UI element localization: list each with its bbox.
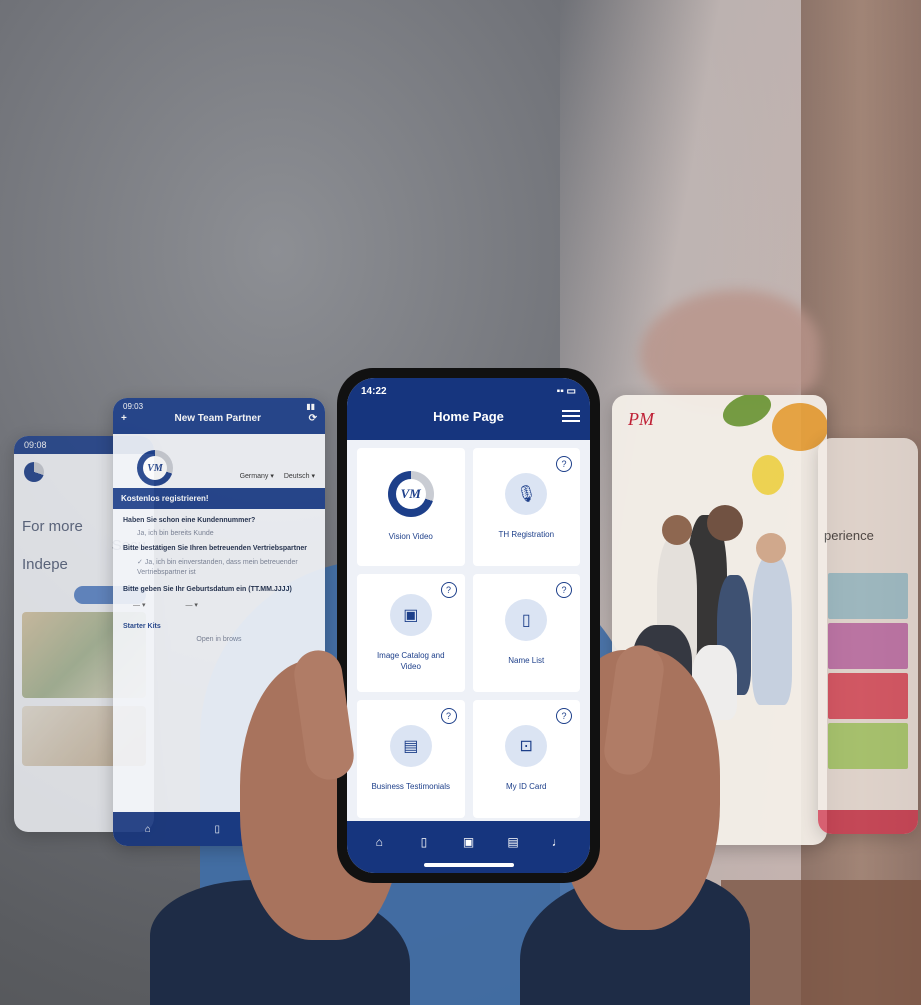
microphone-icon: 🎙 — [505, 473, 548, 516]
help-icon[interactable]: ? — [556, 582, 572, 598]
photo-scene: 09:08 For more Secu Indepe 09:03▮▮ + New… — [0, 0, 921, 1005]
far-right-tabbar — [818, 810, 918, 834]
background-wood-floor — [721, 880, 921, 1005]
tile-name-list[interactable]: ? ▯ Name List — [472, 574, 580, 692]
tile-business-testimonials[interactable]: ? ▤ Business Testimonials — [357, 700, 465, 818]
country-select[interactable]: Germany ▾ — [240, 472, 274, 480]
briefcase-icon: ▣ — [389, 593, 432, 636]
question-customer-number: Haben Sie schon eine Kundennummer? — [123, 517, 256, 524]
tile-label: My ID Card — [506, 782, 547, 792]
option-partner-text: Ja, ich bin einverstanden, dass mein bet… — [137, 559, 298, 576]
bottom-tabbar: ⌂ ▯ ▣ ▤ ♩ — [347, 821, 590, 873]
tile-label: Image Catalog and Video — [376, 650, 445, 671]
help-icon[interactable]: ? — [440, 582, 457, 598]
birthdate-fields[interactable]: — ▾ — ▾ — [133, 601, 315, 609]
home-tile-grid: VM Vision Video ? 🎙 TH Registration ? ▣ … — [347, 440, 590, 826]
language-select[interactable]: Deutsch ▾ — [284, 472, 315, 480]
help-icon[interactable]: ? — [556, 456, 572, 472]
tile-image-catalog[interactable]: ? ▣ Image Catalog and Video — [357, 574, 465, 692]
home-indicator — [423, 863, 514, 867]
tile-label: TH Registration — [498, 530, 555, 540]
product-tile[interactable] — [828, 673, 908, 719]
notebook-icon: ▯ — [505, 599, 548, 642]
settings-sliders-icon[interactable] — [562, 407, 580, 423]
status-bar: 14:22 ▪▪ ▭ — [361, 386, 576, 397]
far-right-app-screen: perience — [818, 438, 918, 834]
language-value: Deutsch — [283, 473, 310, 480]
starter-kits-link[interactable]: Starter Kits — [123, 623, 315, 630]
help-icon[interactable]: ? — [440, 708, 457, 724]
home-header: 14:22 ▪▪ ▭ Home Page — [347, 378, 590, 440]
lemon-decoration — [752, 455, 784, 495]
page-title: Home Page — [433, 409, 504, 424]
option-partner-consent[interactable]: ✓ Ja, ich bin einverstanden, dass mein b… — [137, 558, 315, 578]
main-phone-screen: 14:22 ▪▪ ▭ Home Page VM Vision Video ? 🎙… — [347, 378, 590, 873]
microphone-tab-icon[interactable]: ♩ — [549, 835, 567, 849]
far-right-headline: perience — [824, 528, 874, 543]
main-phone: 14:22 ▪▪ ▭ Home Page VM Vision Video ? 🎙… — [337, 368, 600, 883]
tile-th-registration[interactable]: ? 🎙 TH Registration — [472, 448, 580, 566]
left-time: 09:03 — [123, 402, 144, 411]
notebook-tab-icon[interactable]: ▯ — [415, 835, 433, 849]
option-existing-customer[interactable]: Ja, ich bin bereits Kunde — [137, 530, 315, 537]
battery-icon: ▪▪ ▭ — [556, 386, 576, 397]
tile-vision-video[interactable]: VM Vision Video — [357, 448, 465, 566]
chat-tab-icon[interactable]: ▤ — [504, 835, 522, 849]
home-tab-icon[interactable]: ⌂ — [370, 835, 388, 849]
question-partner: Bitte bestätigen Sie Ihren betreuenden V… — [123, 545, 307, 552]
status-time: 14:22 — [361, 386, 387, 397]
tile-label: Vision Video — [388, 532, 433, 542]
team-partner-body: VM Germany ▾ Deutsch ▾ Kostenlos registr… — [113, 434, 325, 653]
chat-icon: ▤ — [389, 725, 432, 768]
vm-logo-small: VM — [137, 450, 173, 486]
team-partner-header: 09:03 ▮▮ + New Team Partner ⟳ — [113, 398, 325, 434]
open-in-browser-link[interactable]: Open in brows — [123, 636, 315, 643]
team-partner-title: New Team Partner — [174, 413, 261, 424]
product-tile[interactable] — [828, 573, 908, 619]
tile-label: Business Testimonials — [371, 782, 451, 792]
tile-label: Name List — [508, 656, 545, 666]
register-banner: Kostenlos registrieren! — [113, 488, 325, 509]
book-tab-icon[interactable]: ▯ — [215, 824, 221, 835]
help-icon[interactable]: ? — [556, 708, 572, 724]
product-tile[interactable] — [828, 623, 908, 669]
signal-icon: ▮▮ — [306, 402, 315, 411]
id-card-icon: ⊡ — [505, 725, 548, 768]
product-tile[interactable] — [828, 723, 908, 769]
country-value: Germany — [239, 473, 269, 480]
tile-id-card[interactable]: ? ⊡ My ID Card — [472, 700, 580, 818]
far-left-time: 09:08 — [24, 440, 47, 450]
far-right-product-tiles — [828, 573, 908, 773]
orange-decoration — [772, 403, 827, 451]
add-icon[interactable]: + — [121, 413, 127, 424]
question-birthdate: Bitte geben Sie Ihr Geburtsdatum ein (TT… — [123, 585, 292, 593]
vm-logo: VM — [387, 471, 434, 518]
home-tab-icon[interactable]: ⌂ — [145, 824, 151, 835]
briefcase-tab-icon[interactable]: ▣ — [459, 835, 477, 849]
refresh-icon[interactable]: ⟳ — [309, 413, 317, 424]
